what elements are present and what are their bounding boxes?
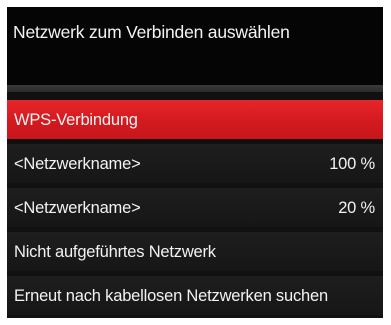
header-bar: Netzwerk zum Verbinden auswählen [7,7,383,85]
list-item-wps-connection[interactable]: WPS-Verbindung [7,100,383,139]
list-item-label: Nicht aufgeführtes Netzwerk [14,243,216,261]
network-name-label: <Netzwerkname> [14,199,141,217]
network-name-label: <Netzwerkname> [14,155,141,173]
page-title: Netzwerk zum Verbinden auswählen [13,22,290,42]
list-item-rescan-networks[interactable]: Erneut nach kabellosen Netzwerken suchen [7,276,383,315]
signal-strength-value: 20 % [338,199,375,217]
list-item-network-2[interactable]: <Netzwerkname> 20 % [7,188,383,227]
list-item-label: WPS-Verbindung [14,111,138,129]
network-selection-panel: Netzwerk zum Verbinden auswählen WPS-Ver… [7,7,383,318]
list-item-label: Erneut nach kabellosen Netzwerken suchen [14,287,328,305]
list-item-network-1[interactable]: <Netzwerkname> 100 % [7,144,383,183]
network-list: WPS-Verbindung <Netzwerkname> 100 % <Net… [7,92,383,318]
list-item-unlisted-network[interactable]: Nicht aufgeführtes Netzwerk [7,232,383,271]
device-screen: Netzwerk zum Verbinden auswählen WPS-Ver… [0,0,391,325]
header-divider [7,85,383,92]
signal-strength-value: 100 % [329,155,375,173]
